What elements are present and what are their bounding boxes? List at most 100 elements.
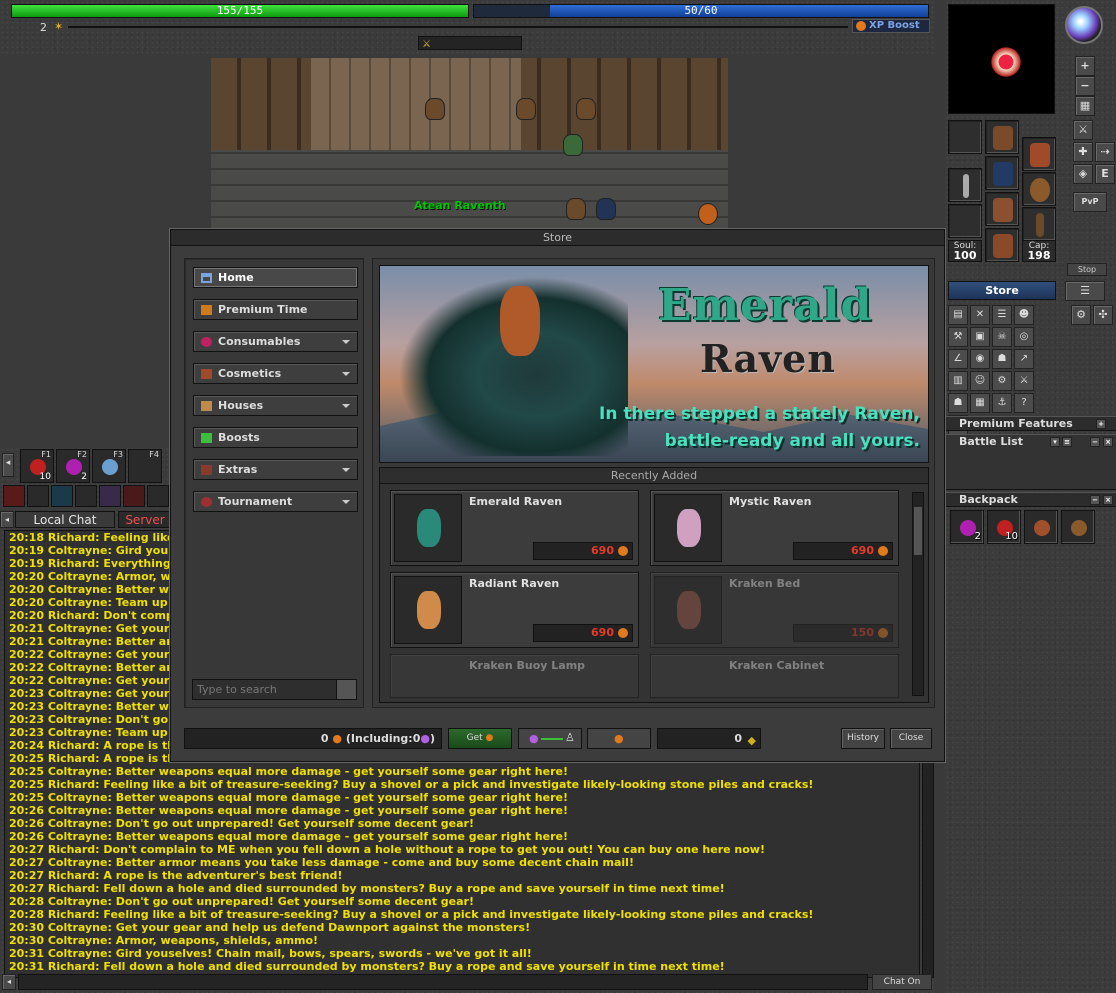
close-icon[interactable]: × (1103, 495, 1113, 505)
tools-icon[interactable]: ⚒ (948, 327, 968, 347)
chat-settings-icon[interactable]: ◂ (2, 974, 16, 990)
pvp-button[interactable]: PvP (1073, 192, 1107, 212)
ammo-slot[interactable] (1022, 207, 1056, 241)
plus-icon[interactable]: + (1096, 419, 1106, 429)
action-slot[interactable] (75, 485, 97, 507)
amulet-slot[interactable] (948, 120, 982, 154)
offer-emerald-raven[interactable]: Emerald Raven 690 (390, 490, 639, 566)
zoom-out-button[interactable]: − (1075, 76, 1095, 96)
hotkey-f2[interactable]: F2 2 (56, 449, 90, 483)
map-button[interactable]: ▦ (1075, 96, 1095, 116)
minimize-icon[interactable]: − (1090, 437, 1100, 447)
helmet-slot[interactable] (985, 120, 1019, 154)
get-coins-button[interactable]: Get ● (448, 728, 512, 749)
vip-icon[interactable]: ☻ (1014, 305, 1034, 325)
xp-boost-button[interactable]: XP Boost (852, 19, 930, 33)
premium-features-header[interactable]: Premium Features + (945, 416, 1116, 431)
menu-icon[interactable]: ☰ (1065, 281, 1105, 301)
weapon-slot[interactable] (948, 168, 982, 202)
backpack-slot-2[interactable]: 10 (987, 510, 1021, 544)
nav-home[interactable]: Home (193, 267, 358, 288)
list-icon[interactable]: ≡ (1062, 437, 1072, 447)
offer-kraken-buoy-lamp[interactable]: Kraken Buoy Lamp (390, 654, 639, 698)
nav-consumables[interactable]: Consumables (193, 331, 358, 352)
search-icon[interactable] (336, 680, 356, 699)
help-icon[interactable]: ? (1014, 393, 1034, 413)
expert-mode-button[interactable]: E (1095, 164, 1115, 184)
chat-input[interactable] (18, 974, 868, 990)
tab-server[interactable]: Server (118, 511, 172, 528)
shield-item[interactable] (698, 203, 718, 225)
compass-orb[interactable] (1065, 6, 1103, 44)
helmet-item[interactable] (425, 98, 445, 120)
action-slot[interactable] (147, 485, 169, 507)
offer-radiant-raven[interactable]: Radiant Raven 690 (390, 572, 639, 648)
chase-icon[interactable]: ⇢ (1095, 142, 1115, 162)
transfer-coins-button[interactable]: ● ♙ (518, 728, 582, 749)
minimap[interactable] (948, 4, 1055, 114)
wardrobe-icon[interactable]: ▥ (948, 371, 968, 391)
close-icon[interactable]: × (1103, 437, 1113, 447)
balanced-stance-icon[interactable]: ✚ (1073, 142, 1093, 162)
combat-stance-icon[interactable]: ⚔ (1073, 120, 1093, 140)
nav-premium-time[interactable]: Premium Time (193, 299, 358, 320)
offers-scrollbar[interactable] (912, 492, 924, 696)
scroll-left-icon[interactable]: ◂ (2, 453, 14, 477)
helmet-item[interactable] (566, 198, 586, 220)
nav-boosts[interactable]: Boosts (193, 427, 358, 448)
action-slot[interactable] (99, 485, 121, 507)
scrollbar-thumb[interactable] (914, 507, 922, 555)
backpack-slot-1[interactable]: 2 (950, 510, 984, 544)
hotkey-f4[interactable]: F4 (128, 449, 162, 483)
puzzle-icon[interactable]: ✣ (1093, 305, 1113, 325)
skull-icon[interactable]: ☠ (992, 327, 1012, 347)
friends-icon[interactable]: ☗ (948, 393, 968, 413)
cyclopedia-icon[interactable]: ◎ (1014, 327, 1034, 347)
backpack-slot-3[interactable] (1024, 510, 1058, 544)
backpack-slot-4[interactable] (1061, 510, 1095, 544)
market-icon[interactable]: ▦ (970, 393, 990, 413)
offer-kraken-cabinet[interactable]: Kraken Cabinet (650, 654, 899, 698)
armor-item[interactable] (596, 198, 616, 220)
stop-button[interactable]: Stop (1067, 263, 1107, 276)
armor-slot[interactable] (985, 156, 1019, 190)
nav-cosmetics[interactable]: Cosmetics (193, 363, 358, 384)
spellbook-icon[interactable]: ▤ (948, 305, 968, 325)
store-search-input[interactable]: Type to search (192, 679, 357, 700)
chat-on-button[interactable]: Chat On (872, 974, 932, 990)
boots-slot[interactable] (985, 228, 1019, 262)
action-slot[interactable] (27, 485, 49, 507)
action-slot[interactable] (51, 485, 73, 507)
hotkey-f1[interactable]: F1 10 (20, 449, 54, 483)
nav-extras[interactable]: Extras (193, 459, 358, 480)
nav-houses[interactable]: Houses (193, 395, 358, 416)
offer-kraken-bed[interactable]: Kraken Bed 150 (650, 572, 899, 648)
zoom-in-button[interactable]: + (1075, 56, 1095, 76)
helmet-item[interactable] (576, 98, 596, 120)
helmet-item[interactable] (516, 98, 536, 120)
offer-mystic-raven[interactable]: Mystic Raven 690 (650, 490, 899, 566)
filter-icon[interactable]: ▾ (1050, 437, 1060, 447)
character-icon[interactable]: ☺ (970, 371, 990, 391)
party-icon[interactable]: ☗ (992, 349, 1012, 369)
featured-banner[interactable]: Emerald Raven In there stepped a stately… (379, 265, 929, 463)
hotkey-f3[interactable]: F3 (92, 449, 126, 483)
action-slot[interactable] (3, 485, 25, 507)
scroll-left-icon[interactable]: ◂ (0, 511, 14, 528)
history-button[interactable]: History (841, 728, 885, 749)
target-icon[interactable]: ◉ (970, 349, 990, 369)
analytics-icon[interactable]: ∠ (948, 349, 968, 369)
chart-icon[interactable]: ↗ (1014, 349, 1034, 369)
skills-icon[interactable]: ✕ (970, 305, 990, 325)
hunt-icon[interactable]: ⚔ (1014, 371, 1034, 391)
nav-tournament[interactable]: Tournament (193, 491, 358, 512)
store-button[interactable]: Store (948, 281, 1056, 300)
game-view[interactable]: Atean Raventh (211, 58, 728, 232)
shield-slot[interactable] (1022, 172, 1056, 206)
questlog-icon[interactable]: ☰ (992, 305, 1012, 325)
bestiary-icon[interactable]: ▣ (970, 327, 990, 347)
armor-item[interactable] (563, 134, 583, 156)
backpack-slot[interactable] (1022, 137, 1056, 171)
close-button[interactable]: Close (890, 728, 932, 749)
gear-icon[interactable]: ⚙ (1071, 305, 1091, 325)
